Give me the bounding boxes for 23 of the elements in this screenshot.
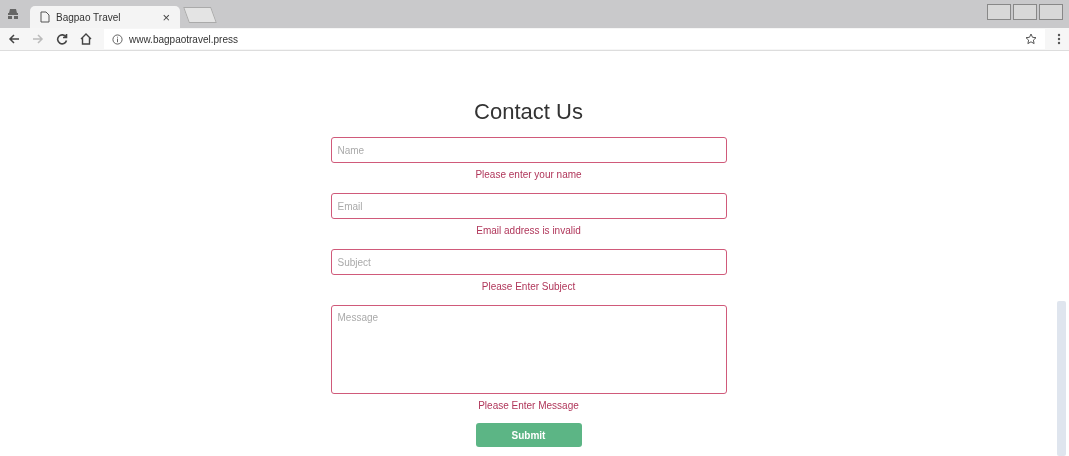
page-icon (40, 11, 50, 23)
home-icon[interactable] (80, 33, 92, 45)
error-message: Please enter your name (475, 169, 582, 180)
error-message: Please Enter Subject (481, 281, 576, 292)
page-title: Contact Us (474, 99, 583, 125)
error-message: Please Enter Message (478, 400, 579, 411)
scrollbar[interactable] (1057, 301, 1066, 456)
browser-tab[interactable]: Bagpao Travel × (30, 6, 180, 28)
back-icon[interactable] (8, 33, 20, 45)
menu-icon[interactable] (1057, 33, 1061, 45)
input-field[interactable]: Email (330, 193, 727, 219)
url-text: www.bagpaotravel.press (129, 33, 238, 45)
error-message: Email address is invalid (476, 225, 581, 236)
input-field[interactable]: Name (330, 137, 727, 163)
info-icon (112, 33, 123, 45)
star-icon[interactable] (1025, 33, 1037, 45)
message-field[interactable]: Message (330, 305, 727, 394)
profile-icon[interactable] (6, 8, 20, 20)
close-tab-button[interactable]: × (162, 9, 170, 25)
reload-icon[interactable] (56, 33, 68, 45)
address-bar[interactable]: www.bagpaotravel.press (104, 29, 1045, 49)
input-field[interactable]: Subject (330, 249, 727, 275)
tab-title: Bagpao Travel (56, 11, 122, 23)
